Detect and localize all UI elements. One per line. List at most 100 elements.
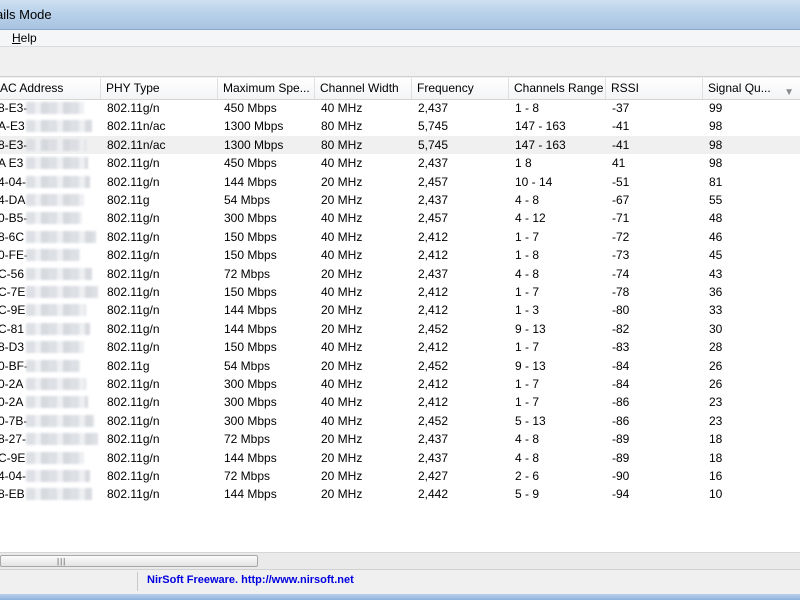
table-row[interactable]: 0-BF- 802.11g 54 Mbps 20 MHz 2,452 9 - 13 -84 2… <box>0 357 800 375</box>
cell-speed: 144 Mbps <box>224 487 277 502</box>
cell-speed: 300 Mbps <box>224 377 277 391</box>
status-divider <box>137 572 138 591</box>
network-list[interactable]: AC Address PHY Type Maximum Spe... Chann… <box>0 78 800 552</box>
cell-signal: 26 <box>709 358 723 373</box>
horizontal-scrollbar[interactable]: ||| <box>0 552 800 569</box>
table-row[interactable]: 0-7B- 802.11g/n 300 Mbps 40 MHz 2,452 5 - 13 -… <box>0 412 800 430</box>
redacted-mac-blur <box>26 175 90 188</box>
cell-mac-address: C-9E <box>0 449 101 467</box>
cell-mac-address: 8-E3- <box>0 136 101 154</box>
table-row[interactable]: 4-04- 802.11g/n 144 Mbps 20 MHz 2,457 10 - 14… <box>0 173 800 191</box>
mac-address-prefix: 8-6C <box>0 229 25 244</box>
redacted-mac-blur <box>26 249 80 262</box>
cell-mac-address: C-7E <box>0 283 101 301</box>
redacted-mac-blur <box>26 451 84 464</box>
cell-signal: 36 <box>709 285 723 299</box>
table-row[interactable]: 8-27- 802.11g/n 72 Mbps 20 MHz 2,437 4 - 8 -89… <box>0 430 800 448</box>
cell-freq: 2,412 <box>418 229 449 244</box>
column-header-channels-range[interactable]: Channels Range <box>509 78 606 99</box>
cell-range: 2 - 6 <box>515 469 540 483</box>
cell-mac-address: C-9E <box>0 301 101 319</box>
table-row[interactable]: 0-FE- 802.11g/n 150 Mbps 40 MHz 2,412 1 - 8 -7… <box>0 246 800 264</box>
cell-signal: 18 <box>709 432 723 447</box>
table-row[interactable]: C-9E 802.11g/n 144 Mbps 20 MHz 2,437 4 - 8 -89… <box>0 449 800 467</box>
table-row[interactable]: 0-2A 802.11g/n 300 Mbps 40 MHz 2,412 1 - 7 -84… <box>0 375 800 393</box>
table-row[interactable]: 8-D3 802.11g/n 150 Mbps 40 MHz 2,412 1 - 7 -83… <box>0 338 800 356</box>
column-header-rssi[interactable]: RSSI <box>606 78 703 99</box>
table-row[interactable]: C-7E 802.11g/n 150 Mbps 40 MHz 2,412 1 - 7 -78… <box>0 283 800 301</box>
column-header-channel-width[interactable]: Channel Width <box>315 78 412 99</box>
table-row[interactable]: A E3 802.11g/n 450 Mbps 40 MHz 2,437 1 8 41 98 <box>0 154 800 172</box>
nirsoft-link[interactable]: NirSoft Freeware. http://www.nirsoft.net <box>147 574 354 586</box>
table-row[interactable]: C-9E 802.11g/n 144 Mbps 20 MHz 2,412 1 - 3 -80… <box>0 301 800 319</box>
mac-address-prefix: A-E3 <box>0 119 25 134</box>
cell-phy: 802.11g/n <box>107 432 160 447</box>
cell-width: 20 MHz <box>321 174 363 189</box>
table-row[interactable]: 0-B5- 802.11g/n 300 Mbps 40 MHz 2,457 4 - 12 -… <box>0 209 800 227</box>
cell-width: 80 MHz <box>321 119 363 134</box>
redacted-mac-blur <box>26 359 80 372</box>
cell-freq: 2,437 <box>418 156 449 171</box>
column-header-frequency[interactable]: Frequency <box>412 78 509 99</box>
cell-signal: 98 <box>709 137 723 152</box>
cell-range: 4 - 8 <box>515 450 540 465</box>
cell-range: 1 - 7 <box>515 377 540 391</box>
cell-speed: 54 Mbps <box>224 358 271 373</box>
cell-speed: 1300 Mbps <box>224 119 284 134</box>
cell-phy: 802.11g/n <box>107 248 160 263</box>
cell-mac-address: 0-FE- <box>0 246 101 264</box>
table-row[interactable]: A-E3 802.11n/ac 1300 Mbps 80 MHz 5,745 147 - … <box>0 117 800 135</box>
cell-mac-address: 0-7B- <box>0 412 101 430</box>
column-header-mac-address[interactable]: AC Address <box>0 78 101 99</box>
toolbar <box>0 47 800 77</box>
window-bottom-border <box>0 594 800 600</box>
mac-address-prefix: C-9E <box>0 303 26 318</box>
column-header-phy-type[interactable]: PHY Type <box>101 78 218 99</box>
redacted-mac-blur <box>26 230 96 243</box>
cell-speed: 150 Mbps <box>224 340 277 355</box>
column-header-maximum-speed[interactable]: Maximum Spe... <box>218 78 315 99</box>
cell-speed: 300 Mbps <box>224 413 277 428</box>
cell-rssi: -37 <box>612 101 630 115</box>
cell-phy: 802.11g <box>107 358 150 373</box>
cell-mac-address: C-56 <box>0 265 101 283</box>
cell-mac-address: 0-2A <box>0 393 101 411</box>
cell-mac-address: 4-04- <box>0 467 101 485</box>
column-header-signal-quality[interactable]: Signal Qu... ▼ <box>703 78 800 99</box>
cell-rssi: -41 <box>612 119 630 134</box>
title-bar: ails Mode <box>0 0 800 30</box>
scrollbar-thumb[interactable]: ||| <box>0 555 258 567</box>
table-row[interactable]: 0-2A 802.11g/n 300 Mbps 40 MHz 2,412 1 - 7 -86… <box>0 393 800 411</box>
menu-help[interactable]: Help <box>12 31 37 45</box>
window-title: ails Mode <box>0 7 52 22</box>
mac-address-prefix: A E3 <box>0 156 24 171</box>
table-row[interactable]: 8-6C 802.11g/n 150 Mbps 40 MHz 2,412 1 - 7 -72… <box>0 228 800 246</box>
cell-freq: 2,437 <box>418 101 449 115</box>
cell-speed: 72 Mbps <box>224 432 271 447</box>
table-row[interactable]: 8-EB 802.11g/n 144 Mbps 20 MHz 2,442 5 - 9 -94… <box>0 485 800 503</box>
cell-mac-address: 8-E3- <box>0 99 101 117</box>
cell-width: 20 MHz <box>321 266 363 281</box>
table-row[interactable]: 8-E3- 802.11g/n 450 Mbps 40 MHz 2,437 1 - 8 -3… <box>0 99 800 117</box>
cell-width: 40 MHz <box>321 340 363 355</box>
cell-mac-address: 0-BF- <box>0 357 101 375</box>
table-row[interactable]: 4-04- 802.11g/n 72 Mbps 20 MHz 2,427 2 - 6 -90… <box>0 467 800 485</box>
cell-phy: 802.11g/n <box>107 156 160 171</box>
cell-signal: 45 <box>709 248 723 263</box>
cell-signal: 18 <box>709 450 723 465</box>
table-row[interactable]: C-56 802.11g/n 72 Mbps 20 MHz 2,437 4 - 8 -74 4… <box>0 265 800 283</box>
table-row[interactable]: C-81 802.11g/n 144 Mbps 20 MHz 2,452 9 - 13 -8… <box>0 320 800 338</box>
cell-phy: 802.11g/n <box>107 266 160 281</box>
table-row[interactable]: 4-DA 802.11g 54 Mbps 20 MHz 2,437 4 - 8 -67 55 <box>0 191 800 209</box>
cell-signal: 33 <box>709 303 723 318</box>
cell-width: 20 MHz <box>321 303 363 318</box>
cell-phy: 802.11n/ac <box>107 119 166 134</box>
cell-range: 1 - 8 <box>515 101 540 115</box>
table-row[interactable]: 8-E3- 802.11n/ac 1300 Mbps 80 MHz 5,745 147 -… <box>0 135 800 154</box>
cell-phy: 802.11g/n <box>107 321 160 336</box>
cell-signal: 48 <box>709 211 723 226</box>
cell-signal: 81 <box>709 174 723 189</box>
redacted-mac-blur <box>26 212 82 225</box>
cell-phy: 802.11g/n <box>107 211 160 226</box>
cell-width: 20 MHz <box>321 193 363 207</box>
